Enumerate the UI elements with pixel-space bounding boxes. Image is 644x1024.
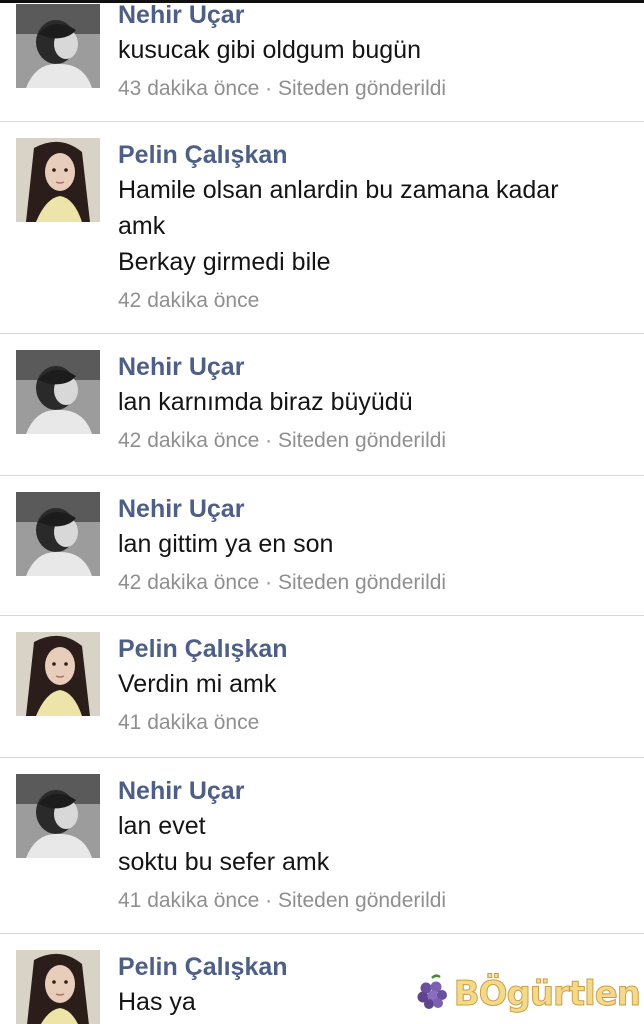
comment-source: Siteden gönderildi: [277, 77, 447, 100]
comment-meta: 42 dakika önce · Siteden gönderildi: [118, 566, 634, 600]
avatar-nehir[interactable]: [16, 350, 100, 434]
comment-meta: 42 dakika önce: [118, 284, 634, 318]
comment-text-line: Verdin mi amk: [118, 670, 277, 698]
comment-time[interactable]: 41 dakika önce: [118, 711, 259, 734]
avatar-pelin[interactable]: [16, 632, 100, 716]
top-edge-bar: [0, 0, 644, 3]
comment-meta: 43 dakika önce · Siteden gönderildi: [118, 72, 634, 106]
comment-feed: Nehir Uçar kusucak gibi oldgum bugün 43 …: [0, 0, 644, 1024]
comment-time[interactable]: 43 dakika önce: [118, 77, 259, 100]
meta-separator: ·: [259, 77, 278, 100]
comment-text-line: lan evet: [118, 812, 206, 840]
comment-meta: 41 dakika önce: [118, 706, 634, 740]
avatar-nehir[interactable]: [16, 774, 100, 858]
watermark-text: BÖgürtlen: [453, 974, 641, 1015]
avatar-pelin[interactable]: [16, 138, 100, 222]
comment-text-line: lan gittim ya en son: [118, 530, 334, 558]
comment-text-line: Hamile olsan anlardin bu zamana kadar: [118, 176, 559, 204]
comment-author[interactable]: Nehir Uçar: [118, 492, 634, 526]
comment-source: Siteden gönderildi: [277, 571, 447, 594]
comment-author[interactable]: Pelin Çalışkan: [118, 138, 634, 172]
comment-item: Nehir Uçar lan karnımda biraz büyüdü 42 …: [0, 334, 644, 476]
comment-text-line: amk: [118, 212, 166, 240]
watermark: BÖgürtlen: [414, 972, 642, 1016]
comment-time[interactable]: 42 dakika önce: [118, 429, 259, 452]
comment-author[interactable]: Nehir Uçar: [118, 350, 634, 384]
comment-meta: 42 dakika önce · Siteden gönderildi: [118, 424, 634, 458]
comment-item: Nehir Uçar kusucak gibi oldgum bugün 43 …: [0, 0, 644, 122]
comment-item: Nehir Uçar lan evet soktu bu sefer amk 4…: [0, 758, 644, 934]
comment-source: Siteden gönderildi: [277, 889, 447, 912]
comment-text-line: soktu bu sefer amk: [118, 848, 330, 876]
avatar-pelin[interactable]: [16, 950, 100, 1024]
comment-item: Pelin Çalışkan Hamile olsan anlardin bu …: [0, 122, 644, 334]
comment-author[interactable]: Pelin Çalışkan: [118, 632, 634, 666]
blackberry-icon: [414, 973, 450, 1015]
meta-separator: ·: [259, 889, 278, 912]
avatar-nehir[interactable]: [16, 4, 100, 88]
avatar-nehir[interactable]: [16, 492, 100, 576]
comment-time[interactable]: 41 dakika önce: [118, 889, 259, 912]
meta-separator: ·: [259, 571, 278, 594]
comment-item: Nehir Uçar lan gittim ya en son 42 dakik…: [0, 476, 644, 616]
comment-author[interactable]: Nehir Uçar: [118, 0, 634, 32]
meta-separator: ·: [259, 429, 278, 452]
comment-time[interactable]: 42 dakika önce: [118, 289, 259, 312]
comment-source: Siteden gönderildi: [277, 429, 447, 452]
comment-author[interactable]: Nehir Uçar: [118, 774, 634, 808]
comment-item: Pelin Çalışkan Verdin mi amk 41 dakika ö…: [0, 616, 644, 758]
comment-time[interactable]: 42 dakika önce: [118, 571, 259, 594]
comment-text-line: lan karnımda biraz büyüdü: [118, 388, 413, 416]
comment-text-line: Berkay girmedi bile: [118, 248, 331, 276]
comment-meta: 41 dakika önce · Siteden gönderildi: [118, 884, 634, 918]
comment-text-line: kusucak gibi oldgum bugün: [118, 36, 421, 64]
